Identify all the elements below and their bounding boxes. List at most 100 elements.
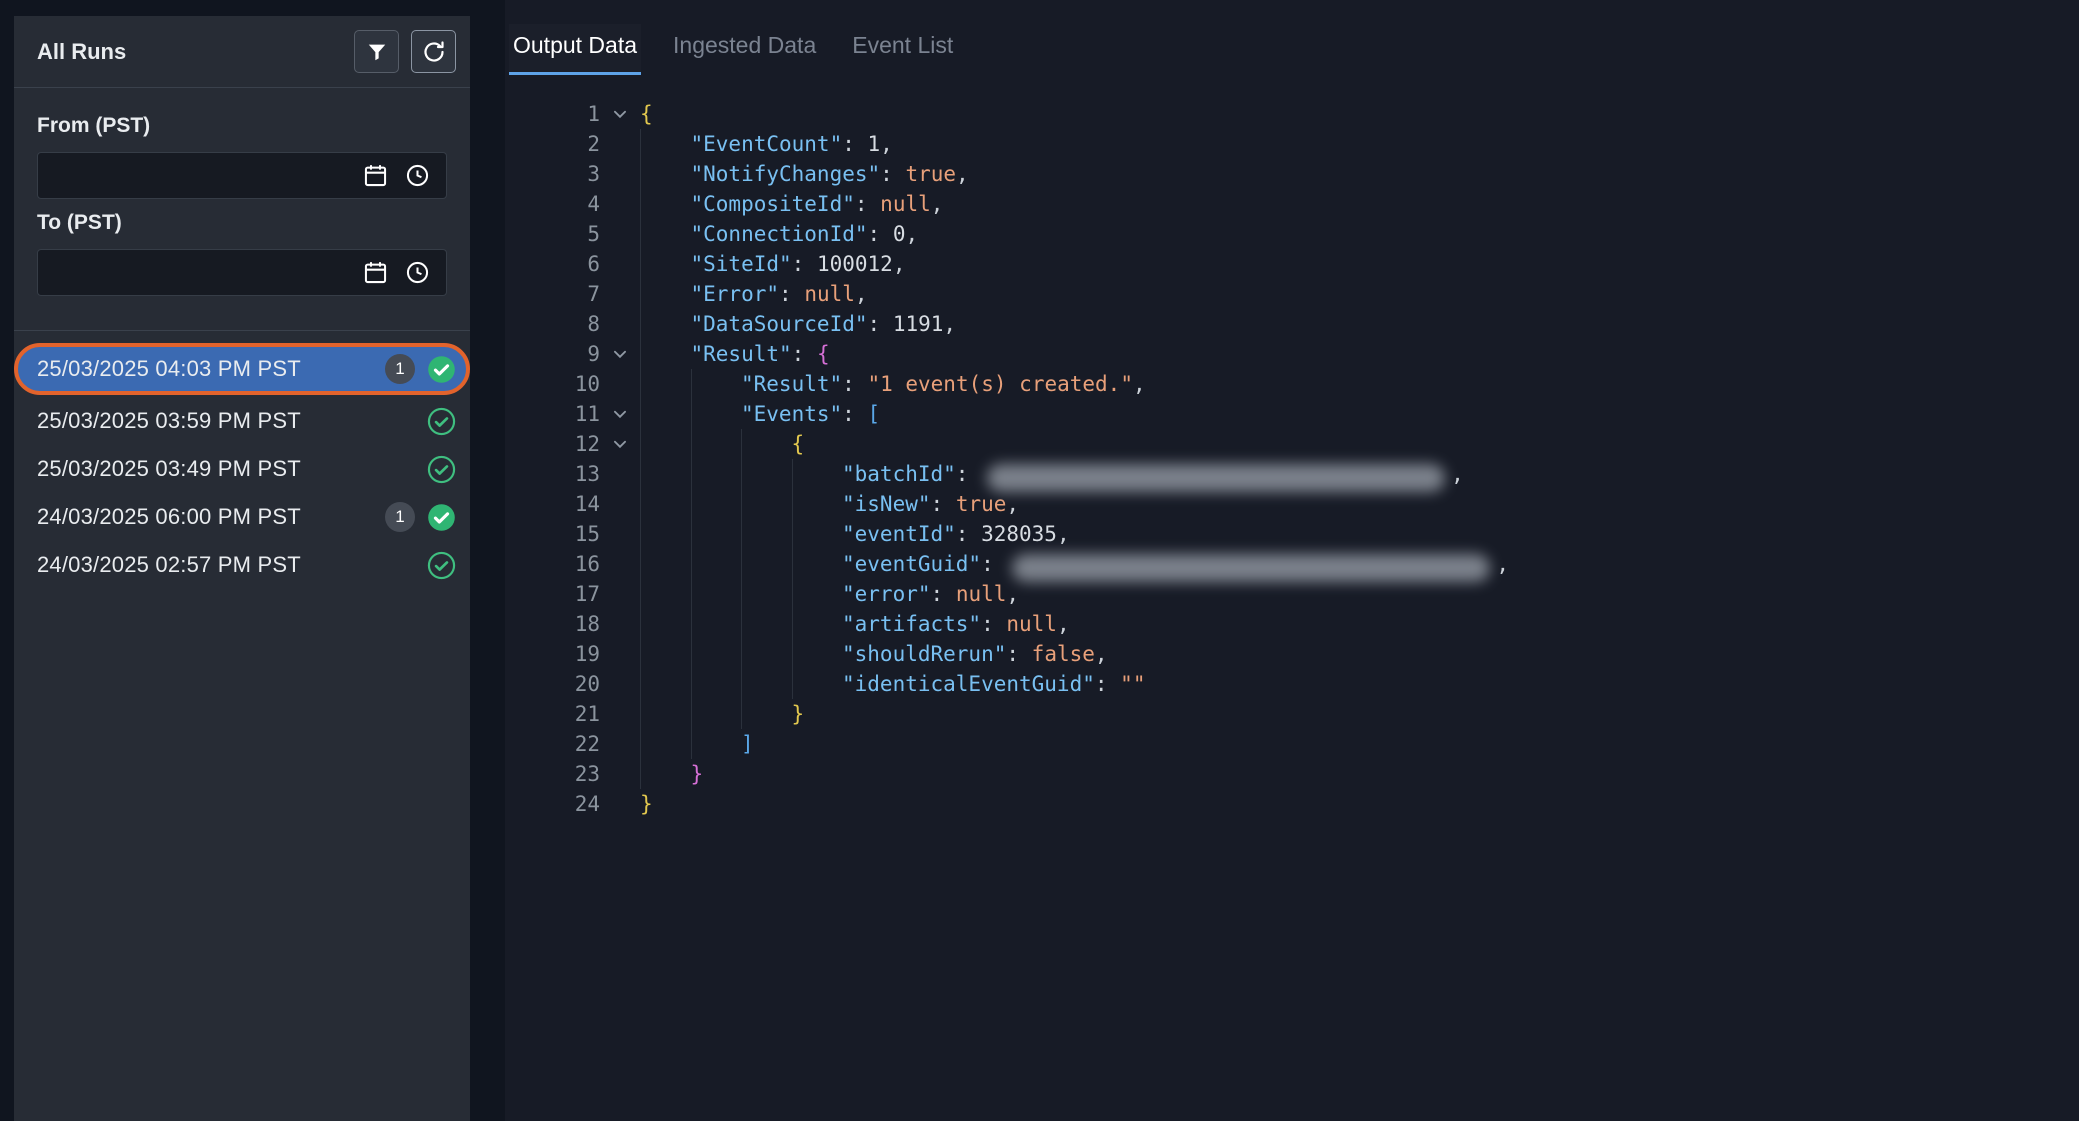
run-timestamp: 25/03/2025 03:49 PM PST <box>37 456 301 482</box>
code-line: 11"Events": [ <box>505 399 2079 429</box>
code-text: "eventId": 328035, <box>640 519 1070 549</box>
line-number: 23 <box>505 759 600 789</box>
sidebar-title: All Runs <box>37 39 342 65</box>
line-number: 17 <box>505 579 600 609</box>
fold-spacer <box>600 759 640 789</box>
status-check-icon <box>427 503 456 532</box>
json-output-viewer: 1{2 "EventCount": 1,3"NotifyChanges": tru… <box>505 99 2079 819</box>
line-number: 16 <box>505 549 600 579</box>
code-text: "identicalEventGuid": "" <box>640 669 1145 699</box>
line-number: 12 <box>505 429 600 459</box>
code-text: "eventGuid": , <box>640 549 1509 579</box>
line-number: 10 <box>505 369 600 399</box>
tab-event-list[interactable]: Event List <box>848 24 957 75</box>
code-line: 21} <box>505 699 2079 729</box>
filter-funnel-icon <box>366 41 388 63</box>
code-text: } <box>640 759 703 789</box>
code-text: ] <box>640 729 754 759</box>
code-line: 8"DataSourceId": 1191, <box>505 309 2079 339</box>
code-text: "error": null, <box>640 579 1019 609</box>
code-line: 14"isNew": true, <box>505 489 2079 519</box>
code-text: { <box>640 99 653 129</box>
event-count-badge: 1 <box>385 502 415 532</box>
code-text: "shouldRerun": false, <box>640 639 1108 669</box>
code-line: 16 "eventGuid": , <box>505 549 2079 579</box>
code-text: "SiteId": 100012, <box>640 249 905 279</box>
code-line: 23} <box>505 759 2079 789</box>
status-check-icon <box>427 551 456 580</box>
fold-chevron-icon[interactable] <box>600 339 640 369</box>
line-number: 4 <box>505 189 600 219</box>
code-line: 24} <box>505 789 2079 819</box>
fold-spacer <box>600 129 640 159</box>
run-list-item[interactable]: 25/03/2025 03:49 PM PST <box>14 445 470 493</box>
code-line: 6"SiteId": 100012, <box>505 249 2079 279</box>
detail-tabs: Output Data Ingested Data Event List <box>505 0 2079 75</box>
code-text: "ConnectionId": 0, <box>640 219 918 249</box>
fold-spacer <box>600 369 640 399</box>
run-list-item[interactable]: 24/03/2025 06:00 PM PST 1 <box>14 493 470 541</box>
line-number: 13 <box>505 459 600 489</box>
fold-spacer <box>600 279 640 309</box>
date-filter-form: From (PST) To (PST) <box>14 88 470 331</box>
code-line: 12{ <box>505 429 2079 459</box>
code-text: "Error": null, <box>640 279 868 309</box>
code-line: 18"artifacts": null, <box>505 609 2079 639</box>
fold-spacer <box>600 729 640 759</box>
fold-spacer <box>600 549 640 579</box>
fold-chevron-icon[interactable] <box>600 99 640 129</box>
line-number: 15 <box>505 519 600 549</box>
tab-ingested-data[interactable]: Ingested Data <box>669 24 820 75</box>
code-line: 17 "error": null, <box>505 579 2079 609</box>
code-text: } <box>640 789 653 819</box>
run-list-item-selected[interactable]: 25/03/2025 04:03 PM PST 1 <box>14 343 470 395</box>
filter-button[interactable] <box>354 30 399 73</box>
line-number: 14 <box>505 489 600 519</box>
run-list-item[interactable]: 24/03/2025 02:57 PM PST <box>14 541 470 589</box>
event-count-badge: 1 <box>385 354 415 384</box>
line-number: 22 <box>505 729 600 759</box>
line-number: 21 <box>505 699 600 729</box>
code-line: 3"NotifyChanges": true, <box>505 159 2079 189</box>
fold-chevron-icon[interactable] <box>600 399 640 429</box>
code-line: 15 "eventId": 328035, <box>505 519 2079 549</box>
fold-spacer <box>600 459 640 489</box>
fold-spacer <box>600 789 640 819</box>
line-number: 5 <box>505 219 600 249</box>
run-detail-panel: Output Data Ingested Data Event List 1{2 "E… <box>505 0 2079 1121</box>
refresh-icon <box>422 40 446 64</box>
fold-chevron-icon[interactable] <box>600 429 640 459</box>
code-text: "batchId": , <box>640 459 1464 489</box>
run-timestamp: 25/03/2025 04:03 PM PST <box>37 356 301 382</box>
code-line: 22] <box>505 729 2079 759</box>
calendar-icon[interactable] <box>362 162 389 189</box>
from-date-input[interactable] <box>38 164 362 187</box>
line-number: 2 <box>505 129 600 159</box>
run-timestamp: 24/03/2025 06:00 PM PST <box>37 504 301 530</box>
sidebar-header: All Runs <box>14 16 470 88</box>
refresh-button[interactable] <box>411 30 456 73</box>
clock-icon[interactable] <box>404 162 431 189</box>
calendar-icon[interactable] <box>362 259 389 286</box>
to-date-field <box>37 249 447 296</box>
to-date-input[interactable] <box>38 261 362 284</box>
status-check-icon <box>427 455 456 484</box>
line-number: 24 <box>505 789 600 819</box>
line-number: 20 <box>505 669 600 699</box>
clock-icon[interactable] <box>404 259 431 286</box>
code-text: "Events": [ <box>640 399 880 429</box>
from-label: From (PST) <box>37 114 447 138</box>
run-list-item[interactable]: 25/03/2025 03:59 PM PST <box>14 397 470 445</box>
code-text: "EventCount": 1, <box>640 129 893 159</box>
tab-output-data[interactable]: Output Data <box>509 24 641 75</box>
code-line: 2 "EventCount": 1, <box>505 129 2079 159</box>
code-line: 10 "Result": "1 event(s) created.", <box>505 369 2079 399</box>
code-text: } <box>640 699 804 729</box>
code-text: "Result": "1 event(s) created.", <box>640 369 1146 399</box>
line-number: 7 <box>505 279 600 309</box>
code-text: "Result": { <box>640 339 830 369</box>
fold-spacer <box>600 159 640 189</box>
line-number: 8 <box>505 309 600 339</box>
run-timestamp: 24/03/2025 02:57 PM PST <box>37 552 301 578</box>
code-line: 1{ <box>505 99 2079 129</box>
